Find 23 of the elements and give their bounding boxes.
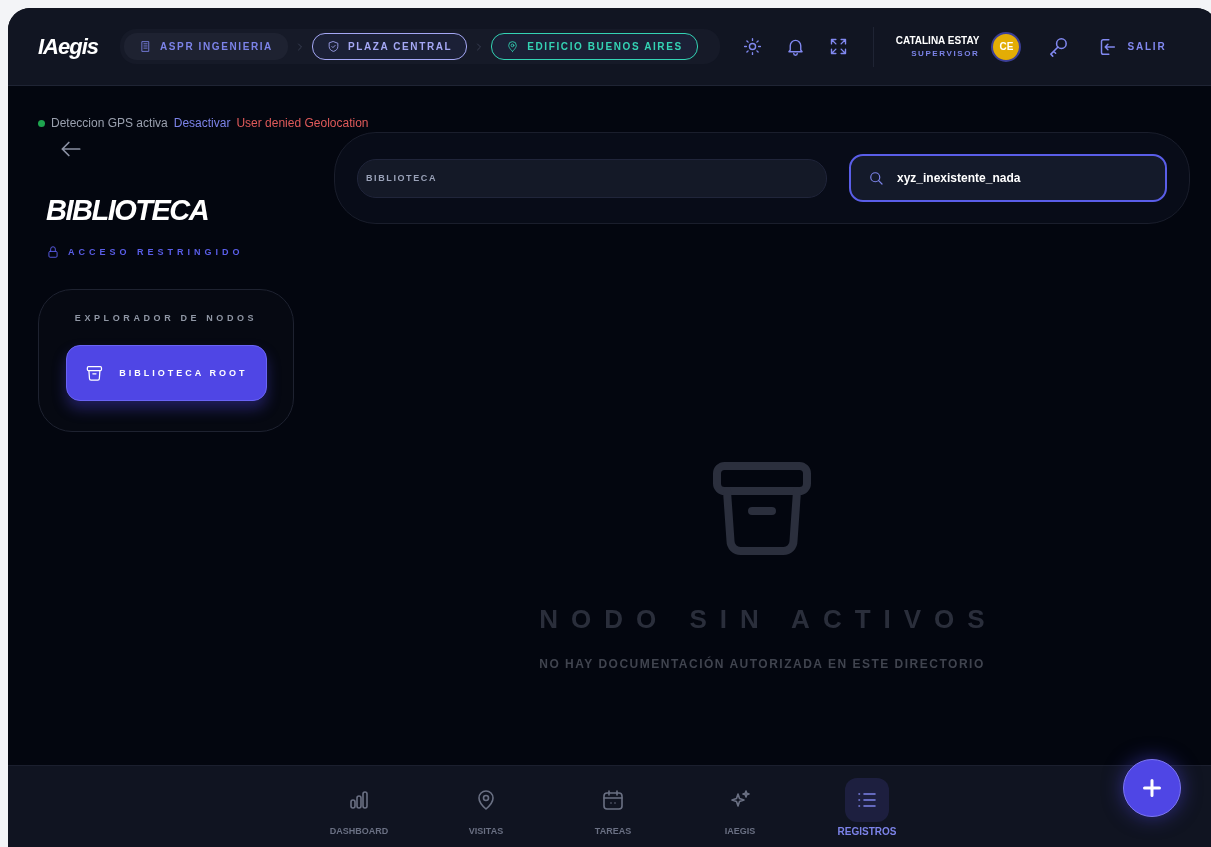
empty-message: NO HAY DOCUMENTACIÓN AUTORIZADA EN ESTE DIRECTORIO xyxy=(539,657,985,671)
page-title: BIBLIOTECA xyxy=(46,194,210,227)
error-message: User denied Geolocation xyxy=(236,116,369,130)
breadcrumb-item[interactable]: PLAZA CENTRAL xyxy=(311,33,468,60)
deactivate-link[interactable]: Desactivar xyxy=(173,116,231,130)
nav-tab[interactable]: IAEGIS xyxy=(676,766,804,847)
search-input[interactable]: xyz_inexistente_nada xyxy=(897,171,1117,185)
path-field[interactable]: BIBLIOTECA xyxy=(357,158,827,198)
search-field[interactable]: xyz_inexistente_nada xyxy=(849,154,1167,202)
logout-button[interactable]: SALIR xyxy=(1096,35,1167,58)
nav-tab[interactable]: REGISTROS xyxy=(803,766,931,847)
nav-tab[interactable]: VISITAS xyxy=(422,766,550,847)
nav-tab[interactable]: DASHBOARD xyxy=(295,766,423,847)
breadcrumb-item[interactable]: EDIFICIO BUENOS AIRES xyxy=(491,33,698,60)
user-role: SUPERVISOR xyxy=(911,49,980,58)
user-name: CATALINA ESTAY xyxy=(895,35,980,46)
nav-tab[interactable]: TAREAS xyxy=(549,766,677,847)
access-label: ACCESO RESTRINGIDO xyxy=(68,247,244,257)
app-logo: IAegis xyxy=(38,33,99,60)
panel-heading: EXPLORADOR DE NODOS xyxy=(74,313,258,323)
gps-status: Deteccion GPS activa xyxy=(51,116,168,130)
breadcrumb-item[interactable]: ASPR INGENIERIA xyxy=(124,33,288,60)
node-button[interactable]: BIBLIOTECA ROOT xyxy=(65,345,267,401)
